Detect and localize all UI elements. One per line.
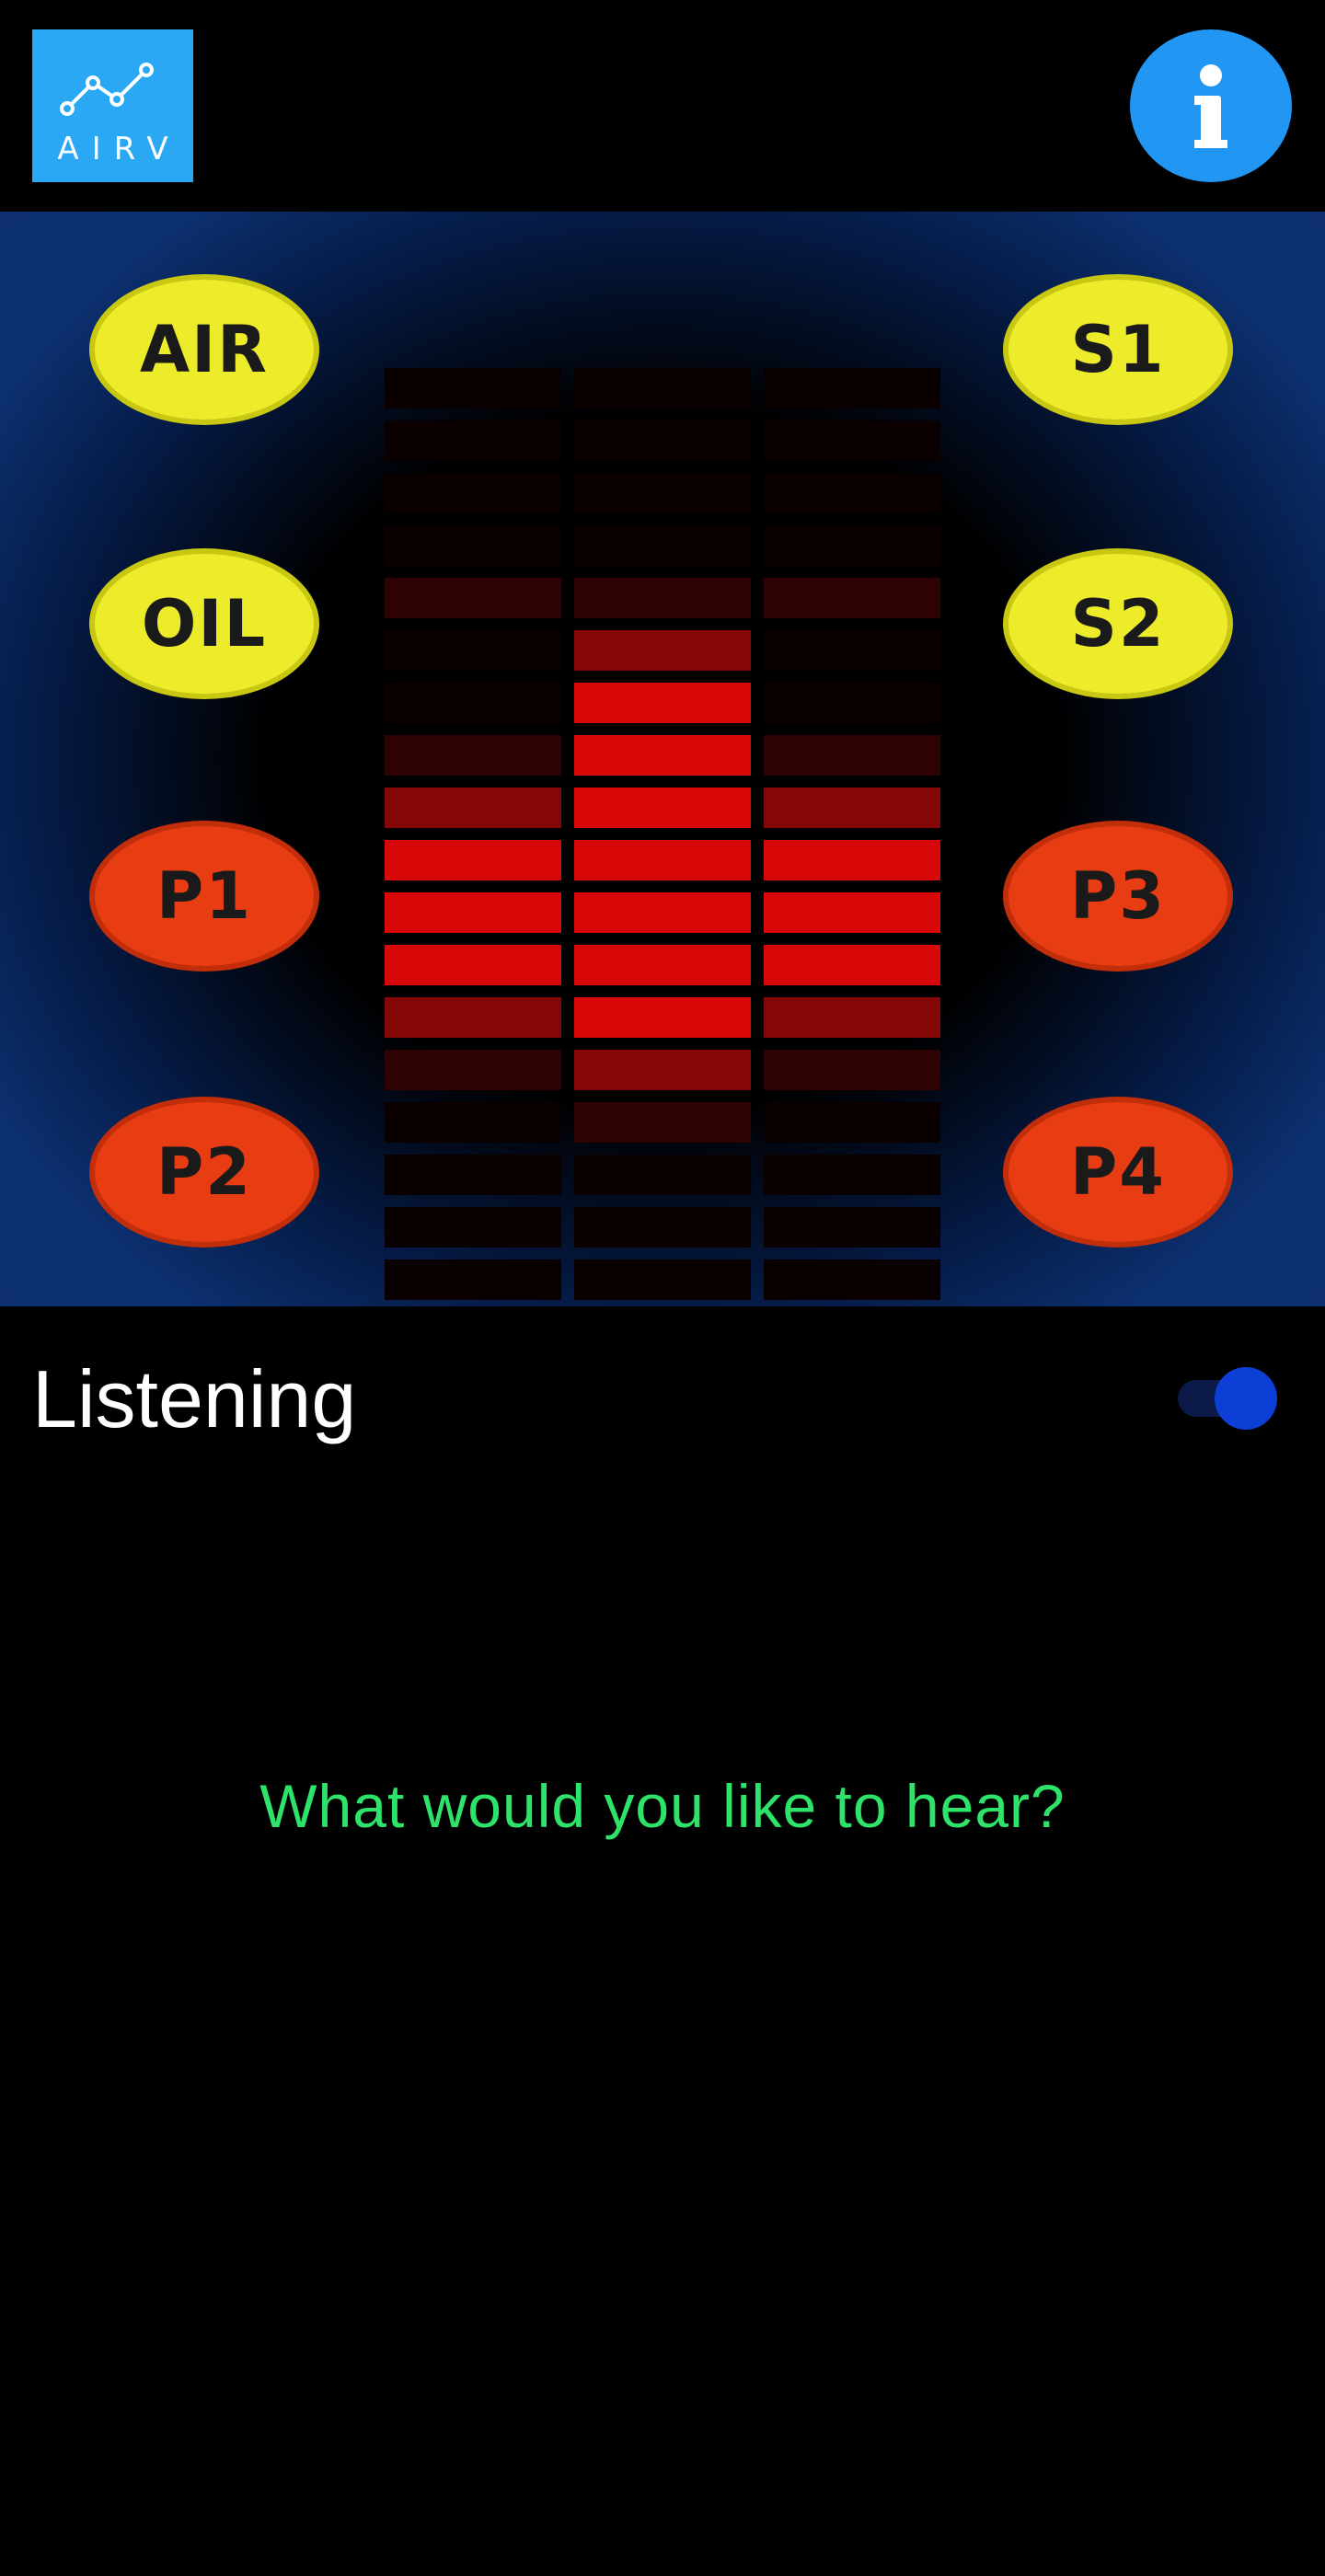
bar-center-segment xyxy=(574,997,751,1038)
bar-center-segment xyxy=(574,1155,751,1195)
bar-right-segment xyxy=(764,945,940,985)
p3-button-label: P3 xyxy=(1069,858,1166,934)
bar-right-segment xyxy=(764,1050,940,1090)
bar-right-segment xyxy=(764,1207,940,1248)
bar-center-segment xyxy=(574,473,751,513)
listening-toggle[interactable] xyxy=(1176,1367,1283,1430)
bar-column-right xyxy=(764,368,940,1300)
bar-column-center xyxy=(574,368,751,1300)
bar-right-segment xyxy=(764,1102,940,1143)
air-button[interactable]: AIR xyxy=(89,274,319,425)
p4-button[interactable]: P4 xyxy=(1003,1097,1233,1248)
bar-center-segment xyxy=(574,578,751,618)
bar-left-segment xyxy=(385,578,561,618)
bar-right-segment xyxy=(764,735,940,776)
bar-center-segment xyxy=(574,1102,751,1143)
p4-button-label: P4 xyxy=(1069,1134,1166,1210)
bar-right-segment xyxy=(764,420,940,461)
app-screen: AIRV AIR OIL P1 P2 S1 S2 P3 P4 Listening… xyxy=(0,0,1325,2576)
bar-right-segment xyxy=(764,1155,940,1195)
bar-left-segment xyxy=(385,473,561,513)
listening-row: Listening xyxy=(0,1306,1325,1490)
toggle-knob xyxy=(1215,1367,1277,1430)
bar-left-segment xyxy=(385,420,561,461)
bar-center-segment xyxy=(574,420,751,461)
voice-box-bars xyxy=(385,368,940,1300)
top-bar: AIRV xyxy=(0,0,1325,212)
info-icon xyxy=(1194,64,1227,148)
bar-left-segment xyxy=(385,683,561,723)
bar-center-segment xyxy=(574,945,751,985)
bar-right-segment xyxy=(764,788,940,828)
bar-center-segment xyxy=(574,1207,751,1248)
p2-button[interactable]: P2 xyxy=(89,1097,319,1248)
bar-center-segment xyxy=(574,840,751,880)
bar-right-segment xyxy=(764,630,940,671)
bar-right-segment xyxy=(764,892,940,933)
s1-button[interactable]: S1 xyxy=(1003,274,1233,425)
bar-left-segment xyxy=(385,630,561,671)
bar-left-segment xyxy=(385,1259,561,1300)
info-button[interactable] xyxy=(1130,29,1292,182)
bar-left-segment xyxy=(385,945,561,985)
bar-right-segment xyxy=(764,997,940,1038)
line-chart-icon xyxy=(60,63,154,116)
bar-center-segment xyxy=(574,892,751,933)
bar-left-segment xyxy=(385,1050,561,1090)
prompt-text: What would you like to hear? xyxy=(259,1772,1066,1840)
bar-left-segment xyxy=(385,1207,561,1248)
bar-center-segment xyxy=(574,1050,751,1090)
p3-button[interactable]: P3 xyxy=(1003,821,1233,972)
bar-center-segment xyxy=(574,1259,751,1300)
s1-button-label: S1 xyxy=(1070,312,1166,387)
bar-center-segment xyxy=(574,368,751,408)
bar-right-segment xyxy=(764,525,940,566)
s2-button-label: S2 xyxy=(1070,586,1166,661)
bar-right-segment xyxy=(764,473,940,513)
listening-label: Listening xyxy=(32,1353,357,1444)
bar-right-segment xyxy=(764,840,940,880)
bar-left-segment xyxy=(385,840,561,880)
oil-button[interactable]: OIL xyxy=(89,548,319,699)
bar-right-segment xyxy=(764,578,940,618)
bar-left-segment xyxy=(385,368,561,408)
bar-right-segment xyxy=(764,683,940,723)
p1-button[interactable]: P1 xyxy=(89,821,319,972)
bar-left-segment xyxy=(385,735,561,776)
bar-left-segment xyxy=(385,1155,561,1195)
air-button-label: AIR xyxy=(139,312,270,387)
bar-center-segment xyxy=(574,683,751,723)
p2-button-label: P2 xyxy=(156,1134,252,1210)
bar-column-left xyxy=(385,368,561,1300)
bar-right-segment xyxy=(764,1259,940,1300)
bar-left-segment xyxy=(385,788,561,828)
logo-text: AIRV xyxy=(57,131,181,167)
p1-button-label: P1 xyxy=(156,858,252,934)
bar-left-segment xyxy=(385,997,561,1038)
bar-center-segment xyxy=(574,630,751,671)
app-logo: AIRV xyxy=(32,29,193,182)
s2-button[interactable]: S2 xyxy=(1003,548,1233,699)
scanner-dashboard: AIR OIL P1 P2 S1 S2 P3 P4 xyxy=(0,212,1325,1306)
oil-button-label: OIL xyxy=(141,586,268,661)
bar-right-segment xyxy=(764,368,940,408)
bar-center-segment xyxy=(574,788,751,828)
bar-center-segment xyxy=(574,735,751,776)
bar-left-segment xyxy=(385,525,561,566)
bar-center-segment xyxy=(574,525,751,566)
bar-left-segment xyxy=(385,892,561,933)
bar-left-segment xyxy=(385,1102,561,1143)
